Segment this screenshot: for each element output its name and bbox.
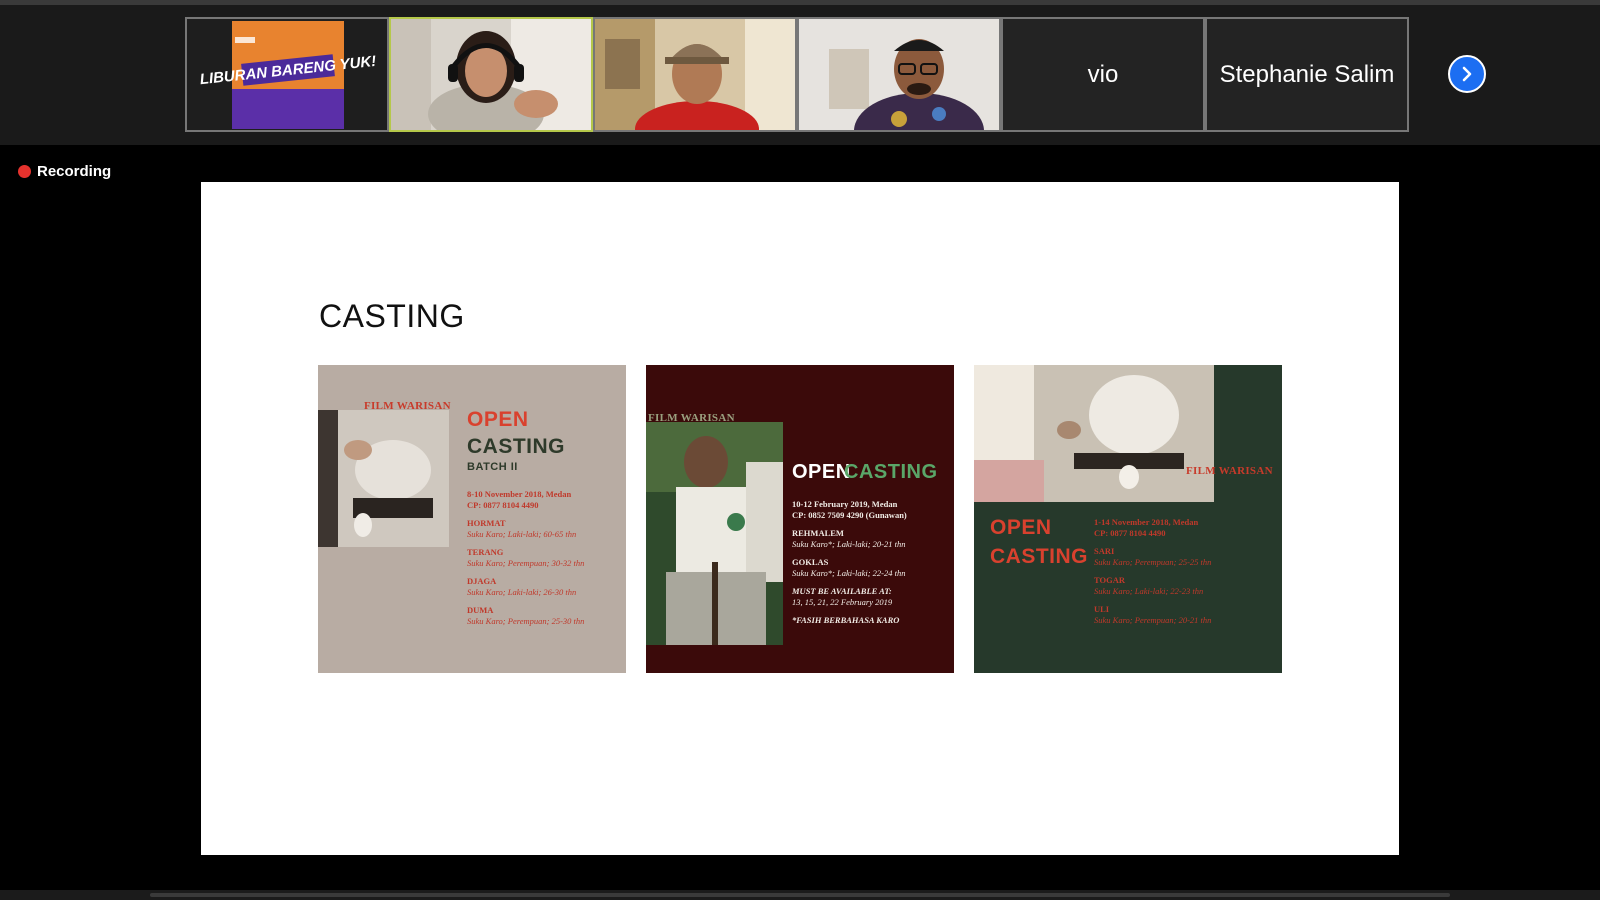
casting-contact: CP: 0877 8104 4490 — [1094, 528, 1166, 538]
role-description: Suku Karo; Perempuan; 30-32 thn — [467, 558, 585, 568]
participant-tile-5[interactable]: vio — [1001, 17, 1205, 132]
slide-title: CASTING — [319, 298, 465, 334]
shared-screen-slide: CASTING FILM WARISAN OPEN CASTING BATCH … — [201, 182, 1399, 855]
participant-name: vio — [1087, 60, 1119, 88]
role-name: DUMA — [467, 605, 494, 615]
role-name: ULI — [1094, 604, 1110, 614]
availability-dates: 13, 15, 21, 22 February 2019 — [792, 597, 893, 607]
role-description: Suku Karo*; Laki-laki; 20-21 thn — [792, 539, 906, 549]
casting-heading: CASTING — [990, 545, 1088, 568]
open-heading: OPEN — [792, 461, 851, 483]
recording-indicator[interactable]: Recording — [18, 163, 111, 180]
role-name: GOKLAS — [792, 557, 829, 567]
casting-date: 10-12 February 2019, Medan — [792, 499, 898, 509]
casting-poster-3: FILM WARISAN OPEN CASTING 1-14 November … — [974, 365, 1282, 673]
role-name: TERANG — [467, 547, 504, 557]
role-description: Suku Karo; Laki-laki; 60-65 thn — [467, 529, 577, 539]
role-description: Suku Karo; Perempuan; 25-25 thn — [1094, 557, 1212, 567]
participant-tiles: LIBURAN BARENG YUK! vio Stephanie Salim — [185, 17, 1409, 132]
poster-footnote: *FASIH BERBAHASA KARO — [792, 615, 900, 625]
open-heading: OPEN — [467, 408, 529, 431]
casting-contact: CP: 0877 8104 4490 — [467, 500, 539, 510]
participant-gallery-bar: LIBURAN BARENG YUK! vio Stephanie Salim — [0, 0, 1600, 145]
participant-tile-4[interactable] — [797, 17, 1001, 132]
role-description: Suku Karo*; Laki-laki; 22-24 thn — [792, 568, 906, 578]
batch-heading: BATCH II — [467, 461, 518, 473]
open-heading: OPEN — [990, 516, 1052, 539]
participant-video-2 — [391, 19, 591, 130]
participant-tile-2[interactable] — [389, 17, 593, 132]
role-description: Suku Karo; Perempuan; 20-21 thn — [1094, 615, 1212, 625]
role-description: Suku Karo; Laki-laki; 22-23 thn — [1094, 586, 1204, 596]
availability-title: MUST BE AVAILABLE AT: — [792, 586, 892, 596]
title-strip — [0, 0, 1600, 5]
role-name: HORMAT — [467, 518, 506, 528]
casting-heading: CASTING — [467, 435, 565, 458]
recording-dot-icon — [18, 165, 31, 178]
taskbar-strip — [150, 893, 1450, 897]
recording-label: Recording — [37, 163, 112, 180]
poster-details: 1-14 November 2018, Medan CP: 0877 8104 … — [1094, 517, 1211, 626]
role-name: TOGAR — [1094, 575, 1126, 585]
participant-tile-3[interactable] — [593, 17, 797, 132]
poster-details: 10-12 February 2019, Medan CP: 0852 7509… — [792, 499, 907, 626]
next-page-button[interactable] — [1448, 55, 1486, 93]
casting-contact: CP: 0852 7509 4290 (Gunawan) — [792, 510, 907, 520]
casting-date: 8-10 November 2018, Medan — [467, 489, 572, 499]
participant-video-3 — [595, 19, 795, 130]
film-title: FILM WARISAN — [364, 400, 451, 412]
role-description: Suku Karo; Perempuan; 25-30 thn — [467, 616, 585, 626]
poster-photo — [318, 410, 449, 547]
poster-photo — [974, 365, 1214, 502]
poster-details: 8-10 November 2018, Medan CP: 0877 8104 … — [467, 489, 584, 627]
casting-poster-2: FILM WARISAN OPEN CASTING 10-12 February… — [646, 365, 954, 673]
role-name: DJAGA — [467, 576, 497, 586]
participant-video-1: LIBURAN BARENG YUK! — [187, 19, 387, 130]
participant-video-4 — [799, 19, 999, 130]
bottom-edge — [0, 890, 1600, 900]
role-name: SARI — [1094, 546, 1115, 556]
chevron-right-icon — [1462, 66, 1472, 82]
role-name: REHMALEM — [792, 528, 844, 538]
casting-date: 1-14 November 2018, Medan — [1094, 517, 1199, 527]
participant-tile-1[interactable]: LIBURAN BARENG YUK! — [185, 17, 389, 132]
role-description: Suku Karo; Laki-laki; 26-30 thn — [467, 587, 577, 597]
casting-poster-1: FILM WARISAN OPEN CASTING BATCH II 8-10 … — [318, 365, 626, 673]
film-title: FILM WARISAN — [1186, 465, 1273, 477]
participant-tile-6[interactable]: Stephanie Salim — [1205, 17, 1409, 132]
poster-photo — [646, 422, 783, 645]
film-title: FILM WARISAN — [648, 412, 735, 424]
participant-name: Stephanie Salim — [1219, 60, 1395, 88]
casting-heading: CASTING — [844, 461, 938, 483]
